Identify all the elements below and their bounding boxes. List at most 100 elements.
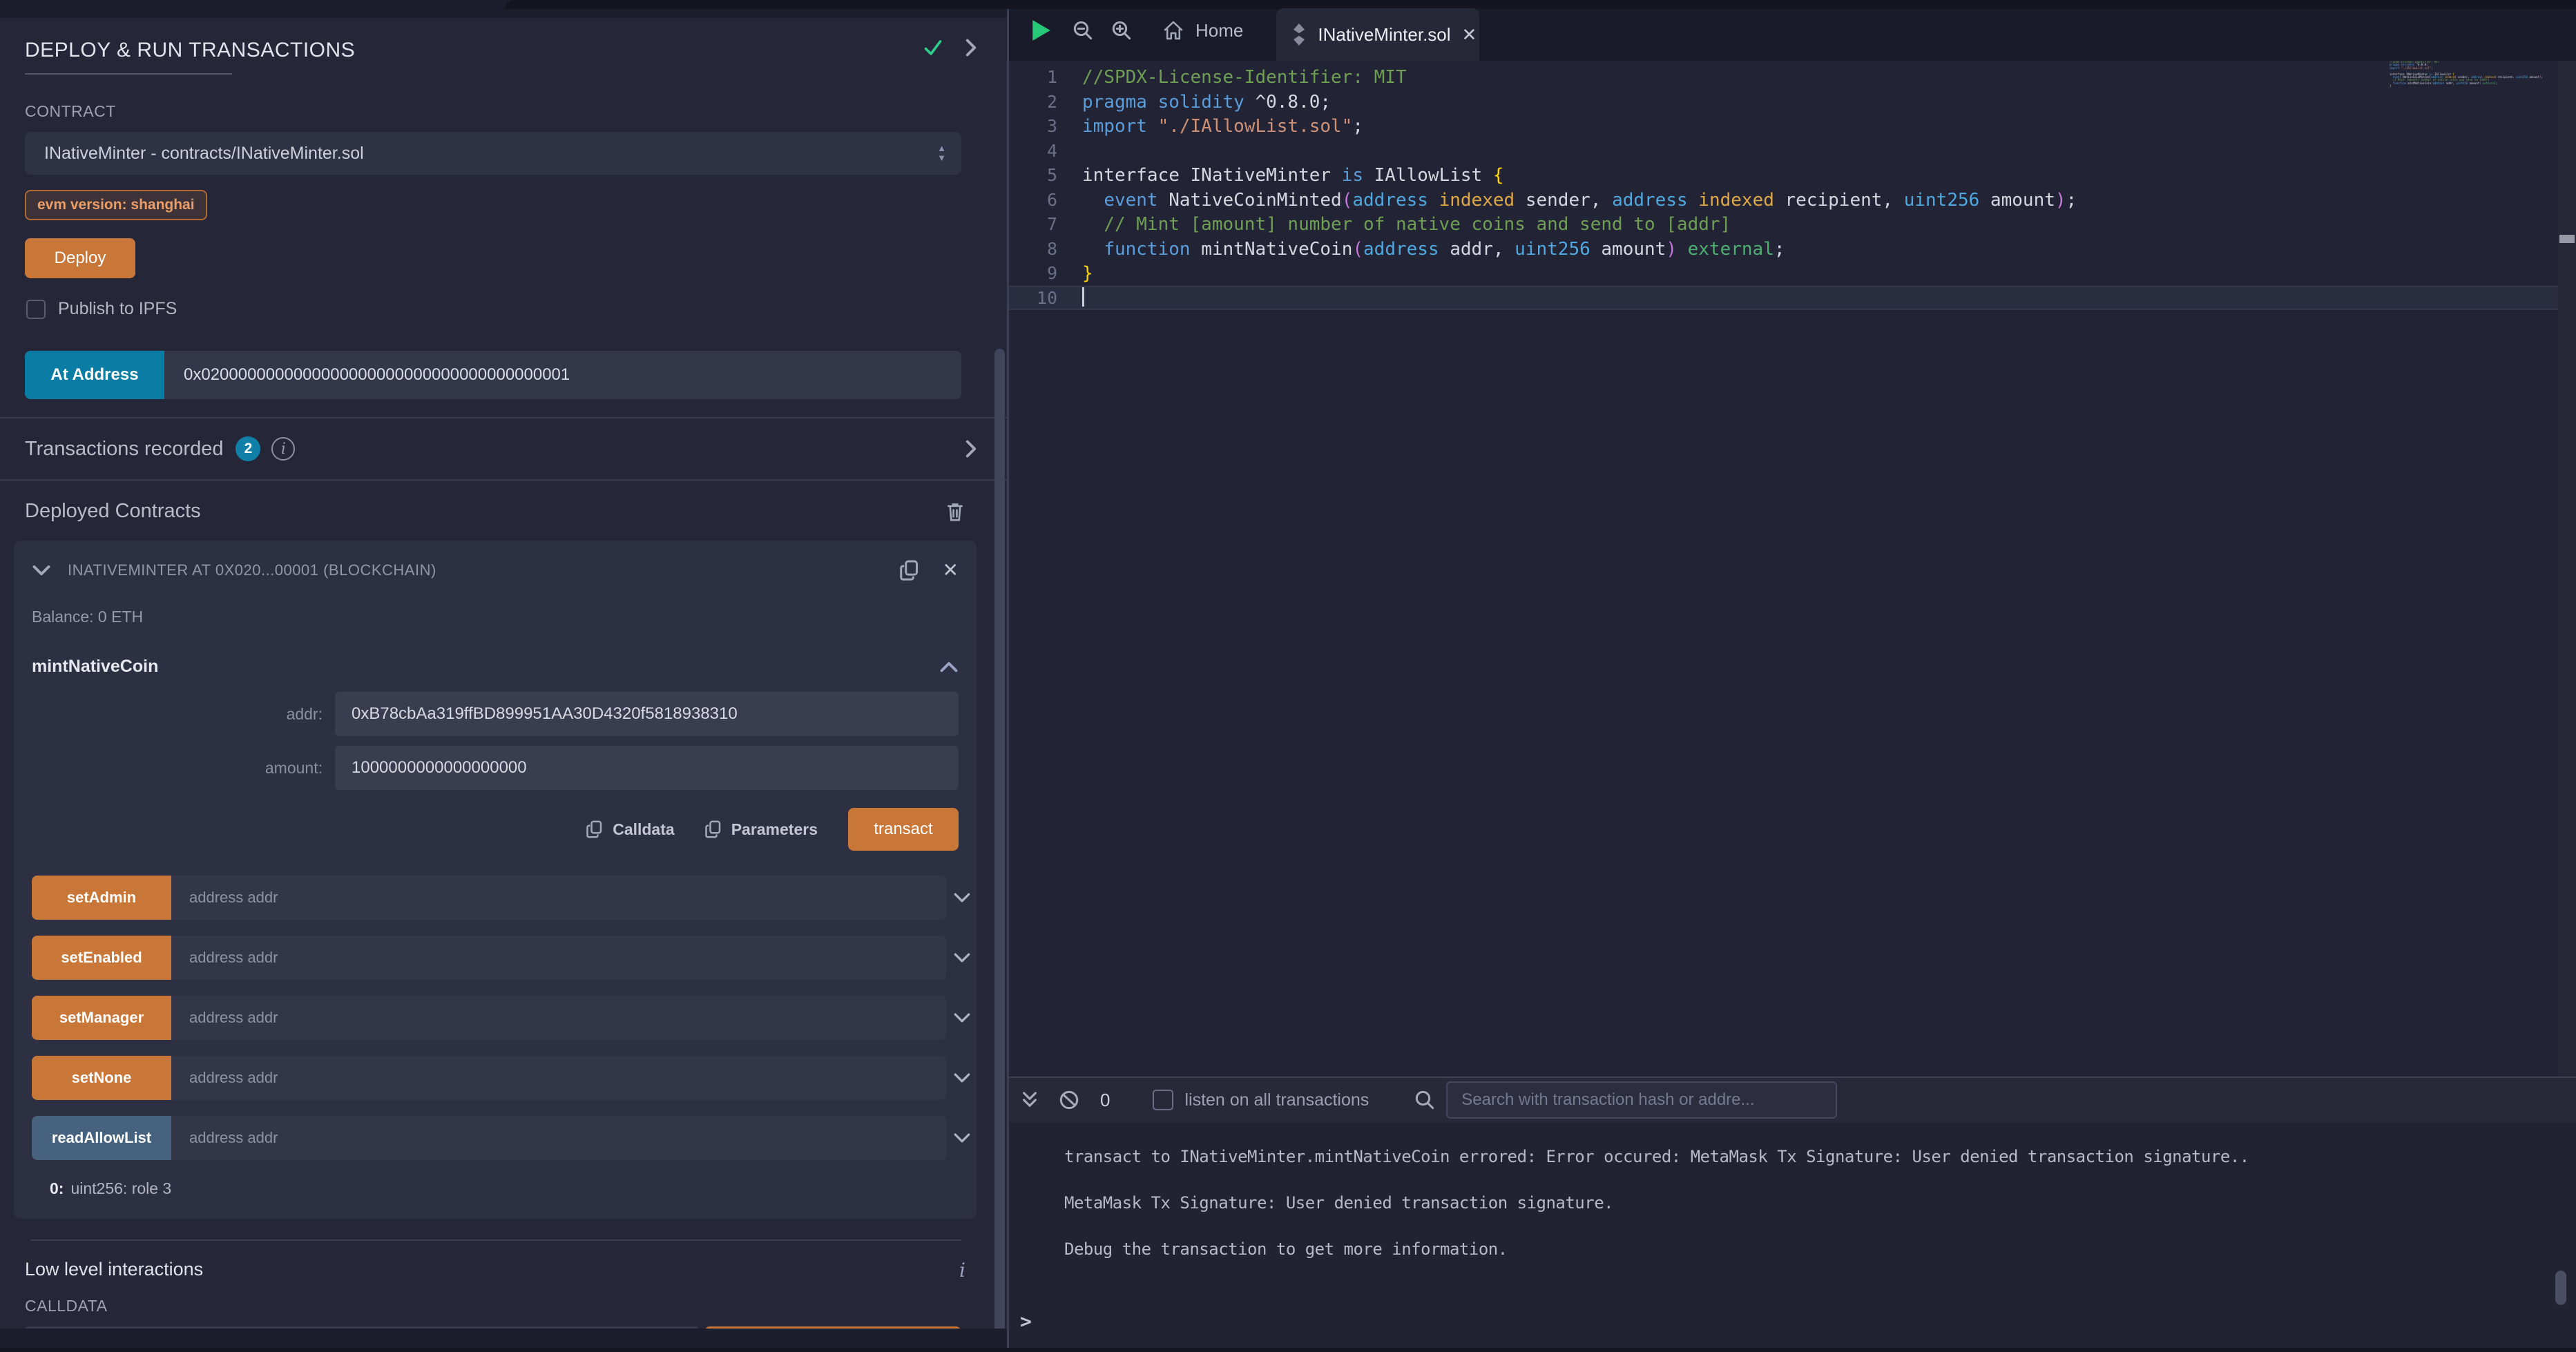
code-line[interactable]: 3import "./IAllowList.sol"; [1009,114,2576,139]
editor-scrollbar-track[interactable] [2558,61,2576,1076]
trash-icon[interactable] [946,501,964,522]
readAllowList-output: 0: uint256: role 3 [50,1179,977,1198]
copy-icon [586,820,603,839]
instance-collapse-chevron-down-icon[interactable] [32,563,51,578]
terminal-log-line: MetaMask Tx Signature: User denied trans… [1064,1193,2576,1213]
code-line[interactable]: 8 function mintNativeCoin(address addr, … [1009,237,2576,262]
terminal-prompt[interactable]: > [1020,1310,1032,1333]
setManager-args-input[interactable] [171,996,946,1040]
output-value: uint256: role 3 [70,1179,171,1197]
window-top-notch [505,0,1009,9]
terminal-search-icon [1414,1090,1435,1110]
tab-home-label: Home [1195,20,1243,41]
terminal-scrollbar[interactable] [2555,1271,2566,1305]
copy-calldata-button[interactable]: Calldata [586,820,674,839]
panel-scrollbar[interactable] [994,349,1005,1343]
terminal-log-line: Debug the transaction to get more inform… [1064,1239,2576,1259]
zoom-out-icon[interactable] [1073,20,1093,41]
panel-title: DEPLOY & RUN TRANSACTIONS [25,33,355,62]
copy-parameters-label: Parameters [731,820,818,839]
amount-field-input[interactable] [335,746,959,790]
copy-address-icon[interactable] [900,559,919,581]
copy-calldata-label: Calldata [613,820,674,839]
output-index: 0: [50,1179,64,1197]
zoom-in-icon[interactable] [1111,20,1132,41]
setAdmin-expand-chevron-icon[interactable] [953,891,971,905]
collapse-terminal-double-chevron-icon[interactable] [1020,1090,1039,1110]
deployed-instance-card: INATIVEMINTER AT 0X020...00001 (BLOCKCHA… [14,541,977,1219]
at-address-input[interactable] [164,351,961,399]
transactions-expand-chevron-icon[interactable] [963,439,979,458]
setEnabled-button[interactable]: setEnabled [32,936,171,980]
readAllowList-expand-chevron-icon[interactable] [953,1131,971,1145]
amount-field-label: amount: [14,759,335,778]
copy-parameters-button[interactable]: Parameters [705,820,818,839]
code-lines: 1//SPDX-License-Identifier: MIT2pragma s… [1009,65,2576,310]
terminal-search-input[interactable] [1446,1081,1837,1119]
setNone-button[interactable]: setNone [32,1056,171,1100]
deploy-button[interactable]: Deploy [25,238,135,278]
editor-scrollbar-thumb[interactable] [2559,235,2575,243]
clear-console-ban-icon[interactable] [1059,1090,1079,1110]
terminal-log-line: transact to INativeMinter.mintNativeCoin… [1064,1147,2576,1166]
terminal-log: transact to INativeMinter.mintNativeCoin… [1009,1122,2576,1286]
remove-instance-close-icon[interactable]: ✕ [943,559,959,581]
home-icon [1162,19,1184,41]
setManager-expand-chevron-icon[interactable] [953,1011,971,1025]
setAdmin-button[interactable]: setAdmin [32,876,171,920]
instance-balance: Balance: 0 ETH [32,608,977,626]
setAdmin-args-input[interactable] [171,876,946,920]
code-editor[interactable]: 1//SPDX-License-Identifier: MIT2pragma s… [1009,61,2576,1076]
transactions-recorded-section[interactable]: Transactions recorded 2 i [0,417,1007,481]
publish-ipfs-checkbox[interactable] [26,300,46,319]
setEnabled-args-input[interactable] [171,936,946,980]
setNone-expand-chevron-icon[interactable] [953,1071,971,1085]
panel-bottom-strip [0,1329,1007,1348]
readAllowList-button[interactable]: readAllowList [32,1116,171,1160]
setEnabled-expand-chevron-icon[interactable] [953,951,971,965]
code-line[interactable]: 1//SPDX-License-Identifier: MIT [1009,65,2576,90]
readAllowList-args-input[interactable] [171,1116,946,1160]
contract-label: CONTRACT [25,102,1007,121]
contract-select-value: INativeMinter - contracts/INativeMinter.… [44,144,364,164]
at-address-button[interactable]: At Address [25,351,164,399]
listen-transactions-label: listen on all transactions [1184,1090,1369,1110]
select-arrows-icon: ▲▼ [937,145,946,162]
deploy-run-panel: DEPLOY & RUN TRANSACTIONS CONTRACT INati… [0,0,1007,1348]
function-row-setNone: setNone [32,1056,946,1100]
run-script-play-icon[interactable] [1031,19,1052,42]
transact-button[interactable]: transact [848,808,959,851]
setManager-button[interactable]: setManager [32,996,171,1040]
minimap[interactable]: //SPDX-License-Identifier: MITpragma sol… [2390,61,2555,91]
setNone-args-input[interactable] [171,1056,946,1100]
evm-version-badge: evm version: shanghai [25,190,207,220]
code-line[interactable]: 5interface INativeMinter is IAllowList { [1009,163,2576,188]
contract-select[interactable]: INativeMinter - contracts/INativeMinter.… [25,132,961,175]
pin-panel-chevron-right-icon[interactable] [963,38,979,57]
addr-field-label: addr: [14,705,335,724]
function-collapse-chevron-up-icon[interactable] [939,659,959,675]
addr-field-input[interactable] [335,692,959,736]
compile-success-check-icon [923,37,943,58]
section-divider [30,1239,961,1241]
publish-ipfs-label: Publish to IPFS [58,299,177,319]
code-line[interactable]: 6 event NativeCoinMinted(address indexed… [1009,188,2576,213]
copy-icon [705,820,722,839]
code-line[interactable]: 2pragma solidity ^0.8.0; [1009,90,2576,115]
code-line[interactable]: 4 [1009,139,2576,164]
terminal-toolbar: 0 listen on all transactions [1009,1078,2576,1122]
tab-inativeminter-sol[interactable]: INativeMinter.sol ✕ [1276,8,1479,61]
transactions-info-icon[interactable]: i [271,437,295,461]
remix-ide-window: DEPLOY & RUN TRANSACTIONS CONTRACT INati… [0,0,2576,1352]
transactions-recorded-label: Transactions recorded [25,438,223,461]
tab-close-icon[interactable]: ✕ [1462,24,1477,46]
code-line[interactable]: 9} [1009,261,2576,286]
tab-file-label: INativeMinter.sol [1318,24,1450,46]
listen-transactions-checkbox[interactable] [1153,1090,1173,1110]
low-level-info-icon[interactable]: i [959,1259,965,1282]
title-underline [25,73,232,75]
tab-home[interactable]: Home [1162,19,1243,41]
expanded-function-name: mintNativeCoin [32,657,158,677]
code-line[interactable]: 7 // Mint [amount] number of native coin… [1009,212,2576,237]
code-line[interactable]: 10 [1009,286,2576,311]
